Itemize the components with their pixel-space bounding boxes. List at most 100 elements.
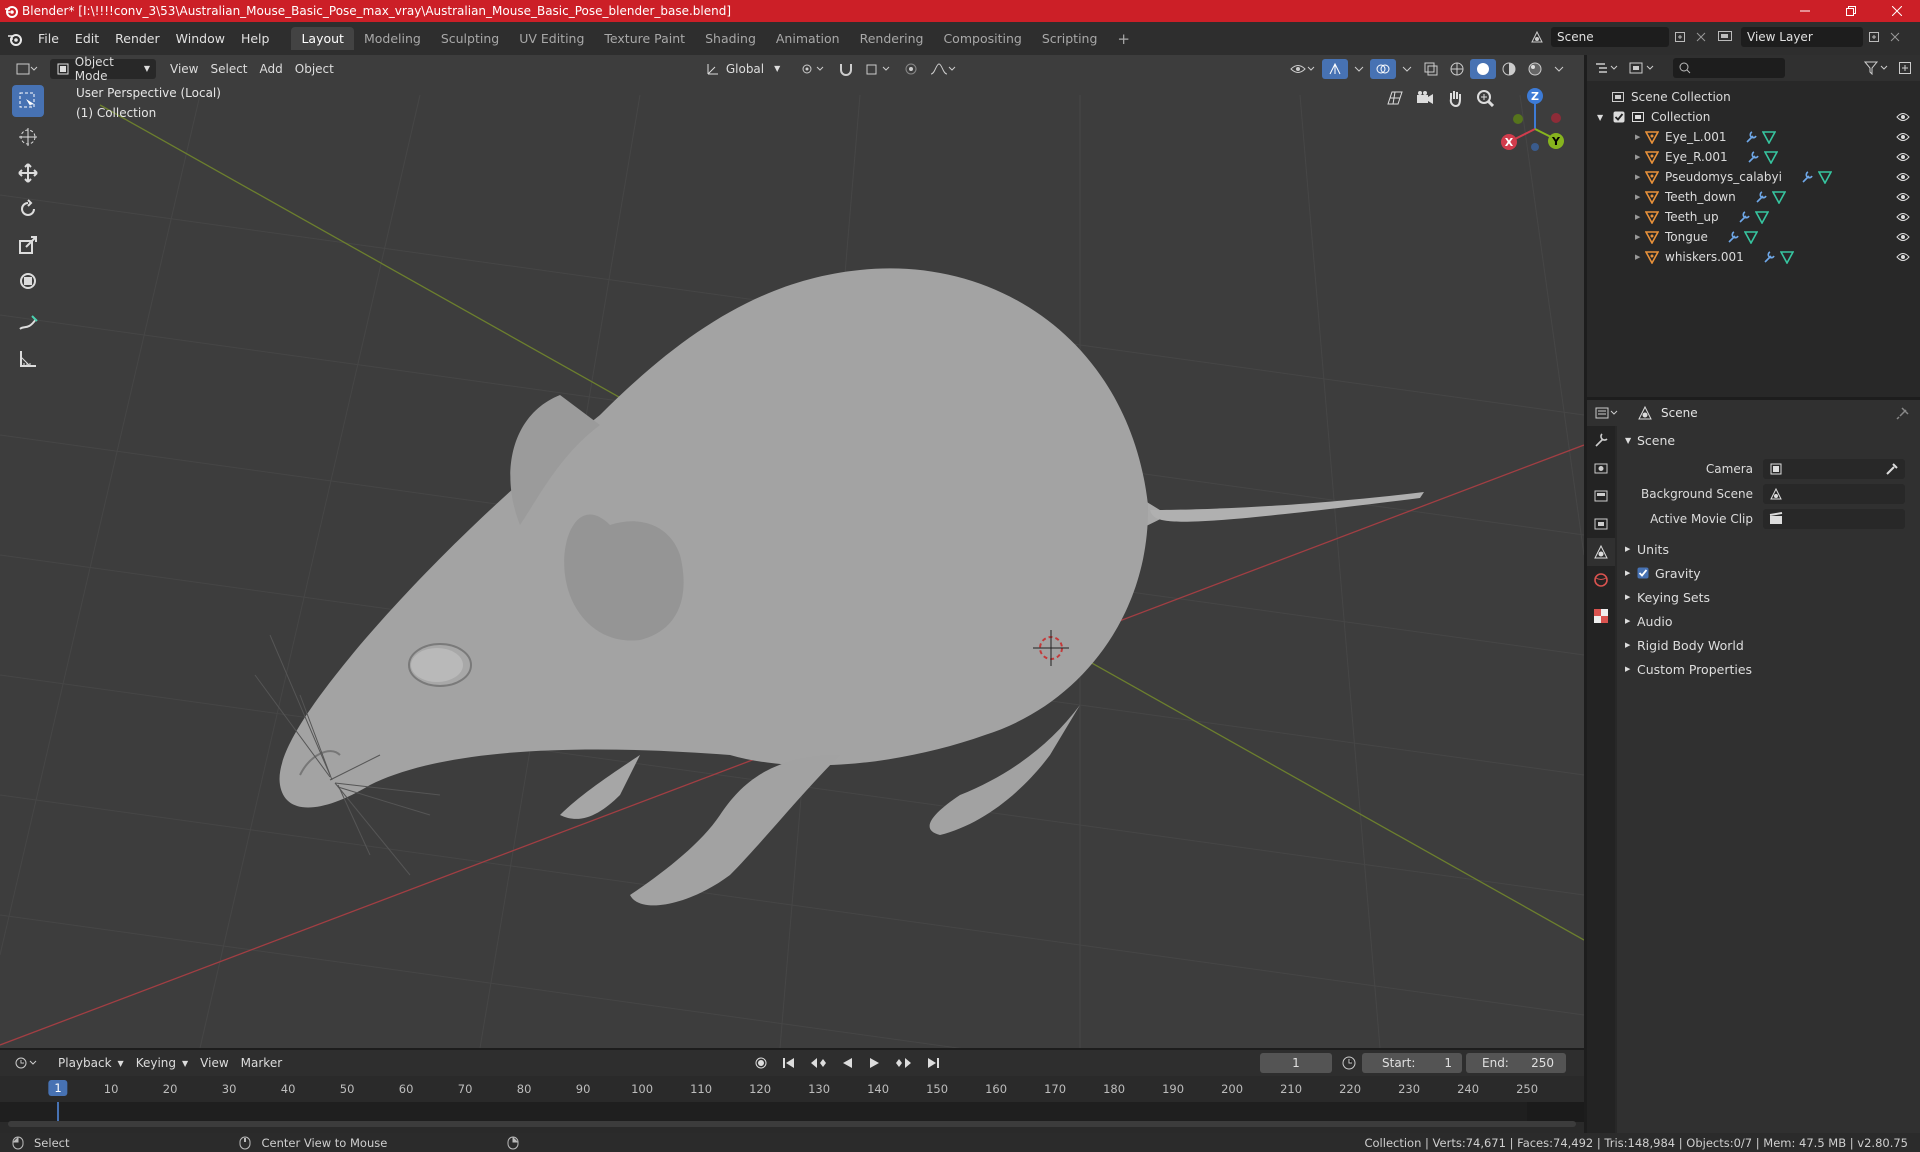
scene-panel-header[interactable]: ▼ Scene: [1617, 428, 1920, 452]
blender-menu-icon[interactable]: [0, 32, 30, 46]
view-layer-field[interactable]: View Layer: [1741, 27, 1863, 47]
rendered-shading-icon[interactable]: [1522, 59, 1548, 79]
output-tab-icon[interactable]: [1587, 482, 1615, 510]
menu-object[interactable]: Object: [289, 59, 340, 79]
tab-modeling[interactable]: Modeling: [354, 27, 431, 50]
editor-type-icon[interactable]: [1595, 61, 1625, 75]
tool-tab-icon[interactable]: [1587, 426, 1615, 454]
mesh-data-icon[interactable]: [1779, 250, 1794, 264]
overlays-dropdown-icon[interactable]: [1396, 59, 1418, 79]
visibility-icon[interactable]: [1284, 59, 1322, 79]
transform-orientation-dropdown[interactable]: Global ▼: [700, 59, 786, 79]
menu-select[interactable]: Select: [204, 59, 253, 79]
tab-compositing[interactable]: Compositing: [933, 27, 1031, 50]
play-reverse-icon[interactable]: [834, 1053, 860, 1073]
jump-end-icon[interactable]: [920, 1053, 946, 1073]
rigid-body-world-panel-header[interactable]: ▶ Rigid Body World: [1617, 633, 1920, 657]
menu-render[interactable]: Render: [107, 31, 168, 46]
camera-field[interactable]: [1763, 458, 1905, 479]
expand-arrow-icon[interactable]: ▶: [1635, 133, 1645, 141]
active-movie-clip-field[interactable]: [1763, 508, 1905, 529]
snap-icon[interactable]: [832, 59, 860, 79]
3d-viewport[interactable]: Object Mode ▼ View Select Add Object Glo…: [0, 55, 1584, 1048]
tab-texture-paint[interactable]: Texture Paint: [594, 27, 695, 50]
expand-arrow-icon[interactable]: ▶: [1635, 253, 1645, 261]
expand-arrow-icon[interactable]: ▶: [1635, 213, 1645, 221]
cursor-tool[interactable]: [12, 121, 44, 153]
editor-type-icon[interactable]: [8, 1053, 46, 1073]
expand-arrow-icon[interactable]: ▼: [1597, 113, 1611, 122]
menu-add[interactable]: Add: [254, 59, 289, 79]
menu-file[interactable]: File: [30, 31, 67, 46]
playback-menu[interactable]: Playback ▼: [52, 1053, 130, 1073]
keying-menu[interactable]: Keying ▼: [130, 1053, 194, 1073]
texture-tab-icon[interactable]: [1587, 602, 1615, 630]
shading-dropdown-icon[interactable]: [1548, 59, 1570, 79]
outliner-object-row[interactable]: ▶ Tongue: [1587, 227, 1920, 247]
grid-view-icon[interactable]: [1380, 85, 1410, 111]
menu-help[interactable]: Help: [233, 31, 278, 46]
tab-scripting[interactable]: Scripting: [1032, 27, 1108, 50]
eye-icon[interactable]: [1896, 251, 1910, 263]
mesh-data-icon[interactable]: [1763, 150, 1778, 164]
mesh-data-icon[interactable]: [1754, 210, 1769, 224]
end-frame-field[interactable]: End: 250: [1466, 1053, 1566, 1073]
scene-name-field[interactable]: Scene: [1551, 27, 1669, 47]
view-layer-tab-icon[interactable]: [1587, 510, 1615, 538]
jump-start-icon[interactable]: [776, 1053, 802, 1073]
outliner-object-row[interactable]: ▶ Eye_R.001: [1587, 147, 1920, 167]
menu-window[interactable]: Window: [168, 31, 233, 46]
expand-arrow-icon[interactable]: ▶: [1635, 233, 1645, 241]
mesh-data-icon[interactable]: [1762, 130, 1777, 144]
outliner-object-row[interactable]: ▶ Eye_L.001: [1587, 127, 1920, 147]
menu-view[interactable]: View: [164, 59, 204, 79]
expand-arrow-icon[interactable]: ▶: [1635, 193, 1645, 201]
modifier-wrench-icon[interactable]: [1744, 130, 1758, 144]
tab-sculpting[interactable]: Sculpting: [431, 27, 509, 50]
menu-edit[interactable]: Edit: [67, 31, 107, 46]
mesh-data-icon[interactable]: [1771, 190, 1786, 204]
select-box-tool[interactable]: [12, 85, 44, 117]
eye-icon[interactable]: [1896, 231, 1910, 243]
record-icon[interactable]: [748, 1053, 774, 1073]
prev-keyframe-icon[interactable]: [804, 1053, 832, 1073]
delete-view-layer-icon[interactable]: [1885, 32, 1905, 42]
custom-properties-panel-header[interactable]: ▶ Custom Properties: [1617, 657, 1920, 681]
pivot-point-icon[interactable]: [794, 59, 832, 79]
modifier-wrench-icon[interactable]: [1800, 170, 1814, 184]
restore-button[interactable]: [1828, 0, 1874, 22]
overlays-icon[interactable]: [1370, 58, 1396, 79]
modifier-wrench-icon[interactable]: [1737, 210, 1751, 224]
scale-tool[interactable]: [12, 229, 44, 261]
timeline-view-menu[interactable]: View: [194, 1053, 234, 1073]
eye-icon[interactable]: [1896, 111, 1910, 123]
display-mode-icon[interactable]: [1629, 61, 1663, 75]
move-tool[interactable]: [12, 157, 44, 189]
units-panel-header[interactable]: ▶ Units: [1617, 537, 1920, 561]
gizmo-toggle-icon[interactable]: [1322, 58, 1348, 79]
tab-animation[interactable]: Animation: [766, 27, 850, 50]
annotate-tool[interactable]: [12, 307, 44, 339]
close-window-button[interactable]: [1874, 0, 1920, 22]
pin-icon[interactable]: [1896, 406, 1910, 420]
add-workspace-icon[interactable]: +: [1107, 26, 1140, 52]
wireframe-shading-icon[interactable]: [1444, 59, 1470, 79]
mesh-data-icon[interactable]: [1817, 170, 1832, 184]
world-tab-icon[interactable]: [1587, 566, 1615, 594]
mesh-data-icon[interactable]: [1743, 230, 1758, 244]
proportional-editing-icon[interactable]: [898, 59, 924, 79]
modifier-wrench-icon[interactable]: [1762, 250, 1776, 264]
gizmo-dropdown-icon[interactable]: [1348, 59, 1370, 79]
solid-shading-icon[interactable]: [1470, 58, 1496, 79]
mouse-model[interactable]: [254, 268, 1424, 906]
render-tab-icon[interactable]: [1587, 454, 1615, 482]
background-scene-field[interactable]: [1763, 483, 1905, 504]
timeline-track-area[interactable]: [0, 1102, 1584, 1122]
new-collection-icon[interactable]: [1898, 61, 1912, 75]
delete-scene-icon[interactable]: [1691, 32, 1711, 42]
outliner-search-input[interactable]: [1673, 58, 1785, 78]
outliner-object-row[interactable]: ▶ whiskers.001: [1587, 247, 1920, 267]
pan-view-icon[interactable]: [1440, 85, 1470, 111]
outliner-object-row[interactable]: ▶ Pseudomys_calabyi: [1587, 167, 1920, 187]
start-frame-field[interactable]: Start: 1: [1362, 1053, 1462, 1073]
